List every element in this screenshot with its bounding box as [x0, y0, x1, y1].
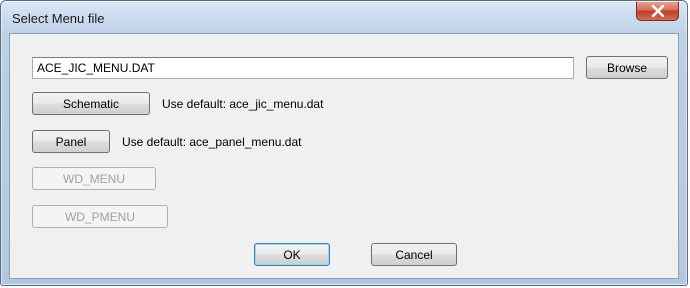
ok-button[interactable]: OK — [254, 243, 330, 266]
menu-file-input[interactable] — [33, 58, 573, 78]
panel-default-label: Use default: ace_panel_menu.dat — [122, 135, 302, 149]
title-bar[interactable]: Select Menu file — [1, 1, 687, 33]
schematic-default-label: Use default: ace_jic_menu.dat — [162, 97, 324, 111]
window-title: Select Menu file — [12, 11, 105, 26]
browse-button[interactable]: Browse — [586, 56, 668, 79]
dialog-body: Browse Schematic Use default: ace_jic_me… — [9, 33, 679, 279]
wd-pmenu-button[interactable]: WD_PMENU — [32, 205, 168, 228]
menu-file-field[interactable] — [32, 57, 574, 79]
dialog-window: Select Menu file Browse Schematic Use de… — [0, 0, 688, 286]
wd-menu-button[interactable]: WD_MENU — [32, 167, 156, 190]
close-x-icon — [651, 4, 664, 17]
cancel-button[interactable]: Cancel — [371, 243, 457, 266]
schematic-button[interactable]: Schematic — [32, 92, 150, 115]
panel-button[interactable]: Panel — [32, 130, 110, 153]
close-button[interactable] — [636, 1, 679, 21]
